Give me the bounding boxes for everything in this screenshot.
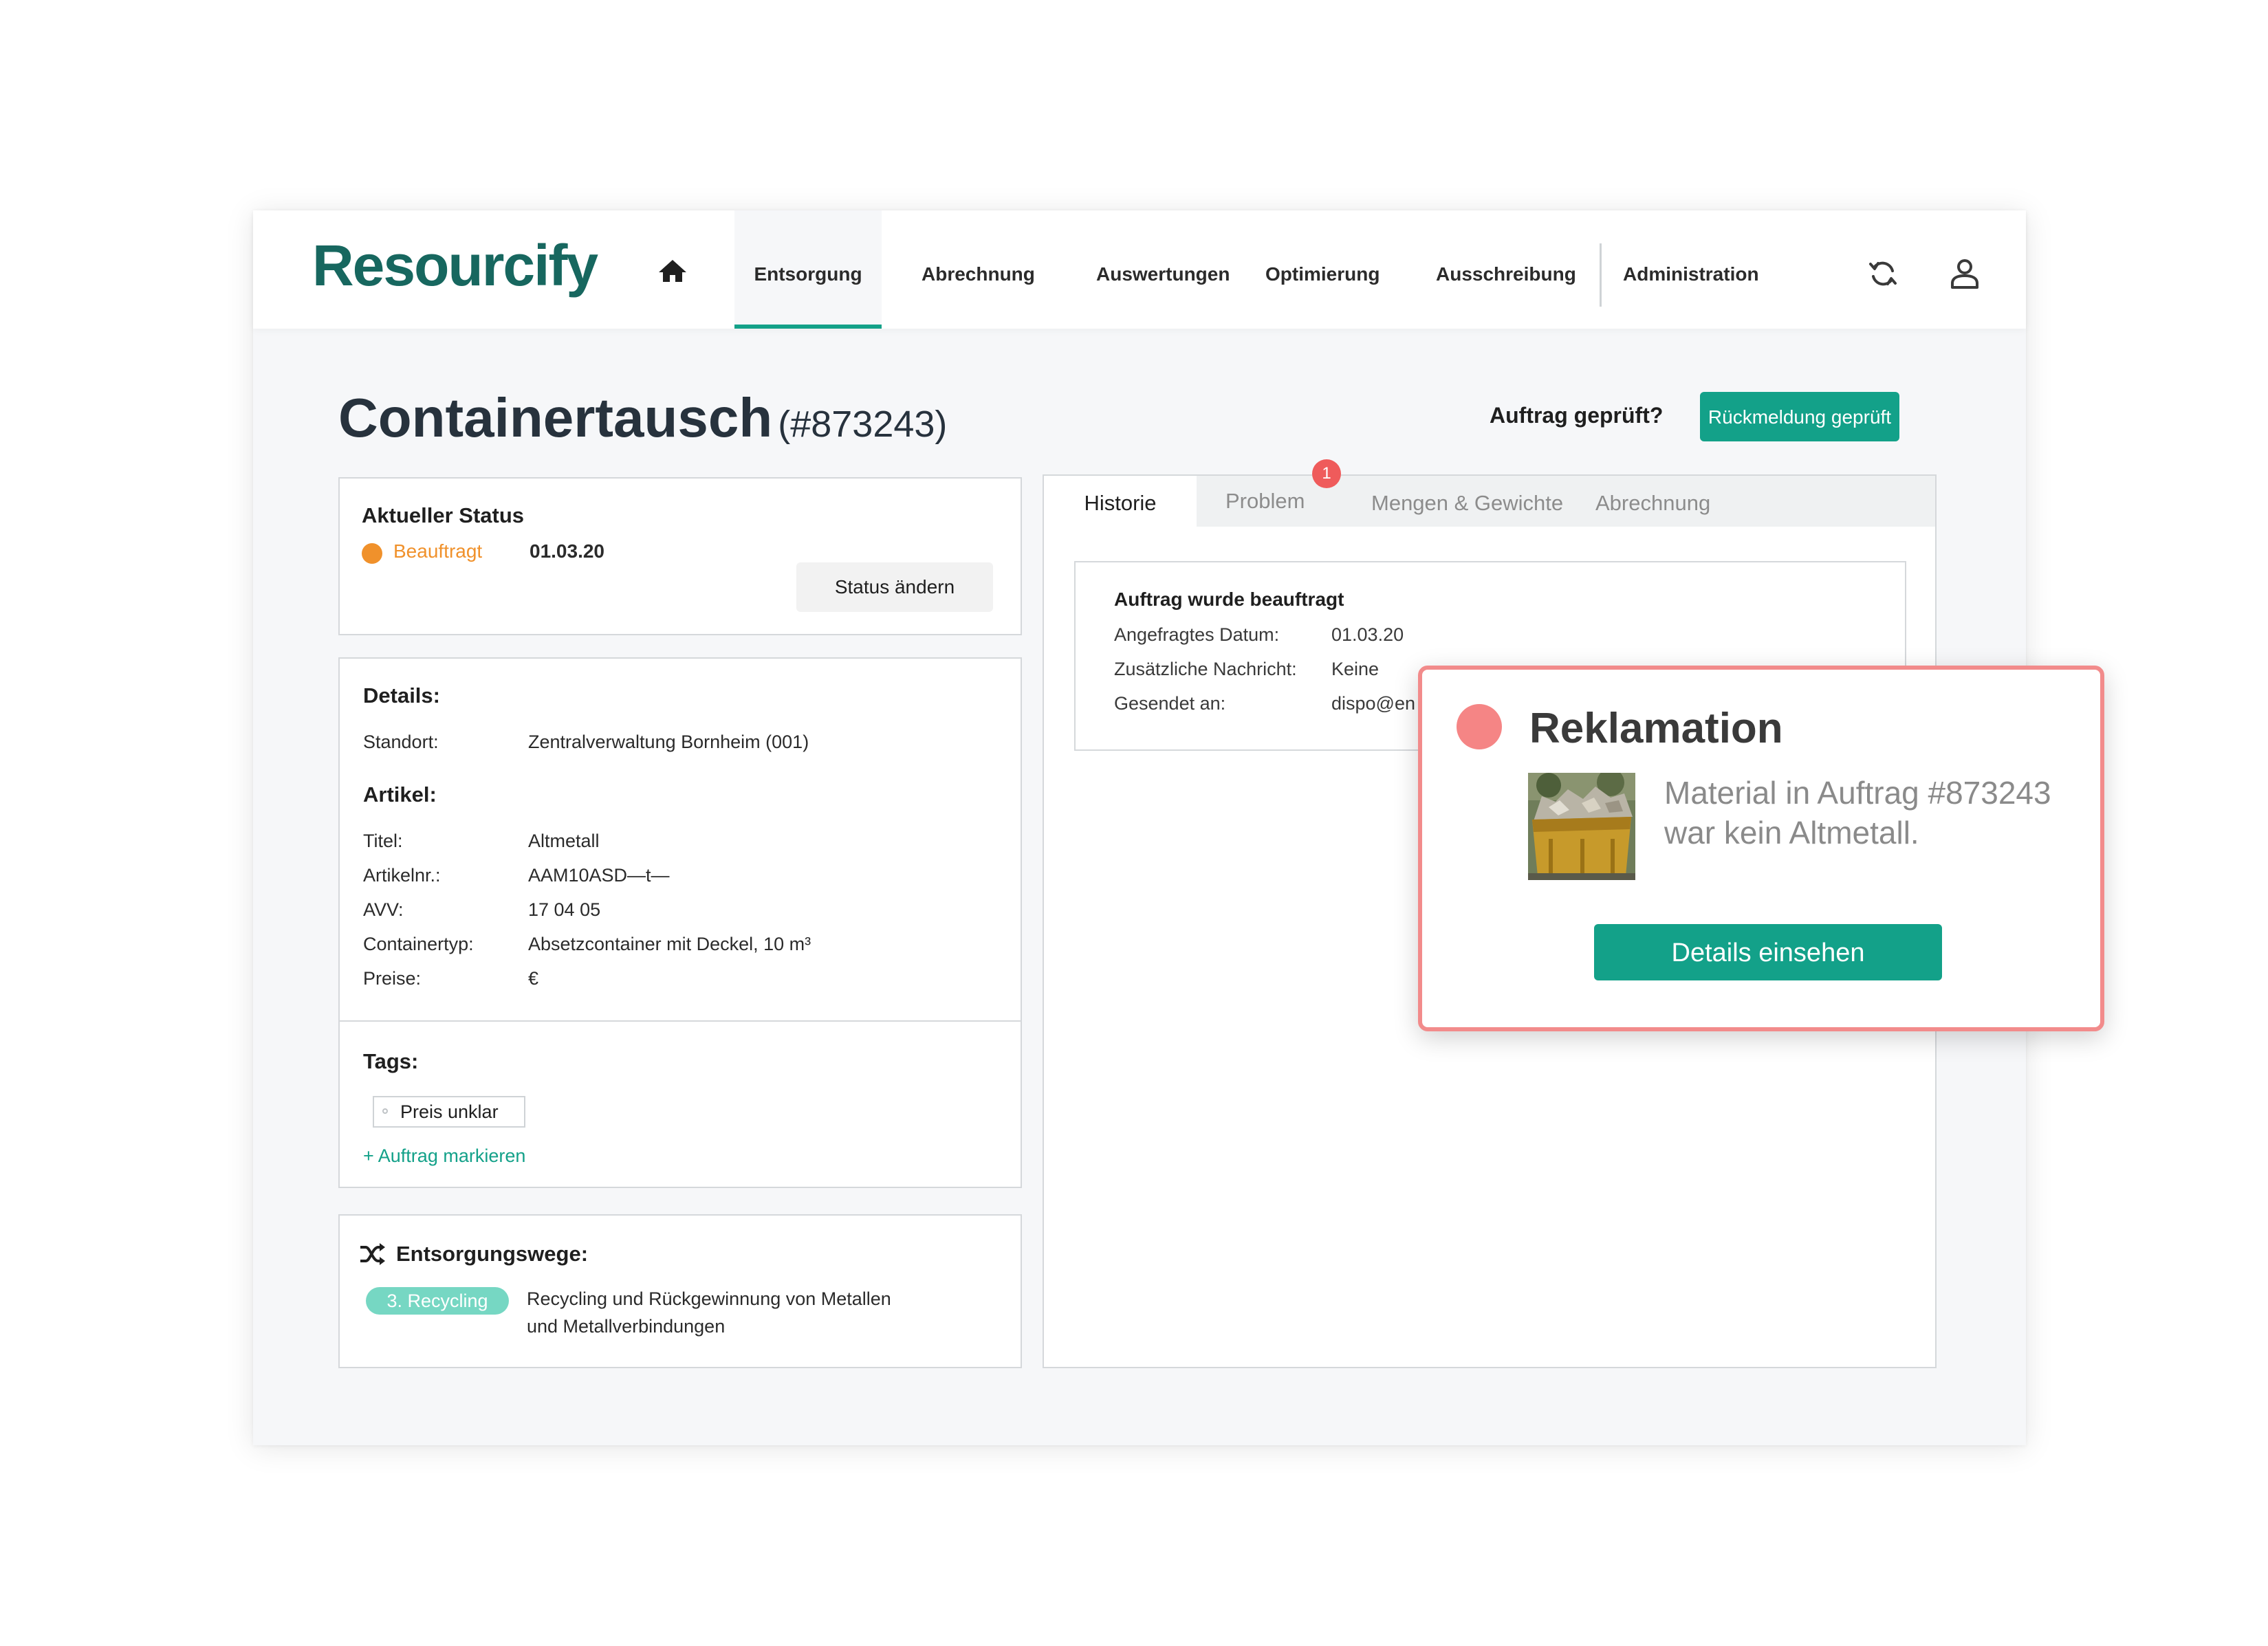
- view-details-button[interactable]: Details einsehen: [1594, 924, 1942, 980]
- history-message-value: Keine: [1331, 659, 1380, 679]
- container-type-label: Containertyp:: [363, 934, 474, 954]
- tags-heading: Tags:: [363, 1049, 419, 1073]
- tag-chip[interactable]: Preis unklar: [373, 1096, 525, 1128]
- nav-divider: [1600, 243, 1602, 307]
- details-card: Details: Standort: Zentralverwaltung Bor…: [338, 657, 1022, 1188]
- nav-entsorgung[interactable]: Entsorgung: [734, 210, 882, 329]
- prices-value: €: [528, 968, 539, 989]
- tag-icon: [382, 1108, 388, 1114]
- sync-icon[interactable]: [1866, 257, 1899, 290]
- history-date-label: Angefragtes Datum:: [1114, 624, 1280, 645]
- disposal-desc-line1: Recycling und Rückgewinnung von Metallen: [527, 1288, 891, 1309]
- history-message-label: Zusätzliche Nachricht:: [1114, 659, 1297, 679]
- details-heading: Details:: [363, 683, 440, 707]
- history-sent-label: Gesendet an:: [1114, 693, 1226, 714]
- avv-value: 17 04 05: [528, 899, 601, 920]
- page-title-text: Containertausch: [338, 387, 773, 448]
- tab-bar: Historie Problem Mengen & Gewichte Abrec…: [1044, 476, 1935, 527]
- home-icon[interactable]: [657, 259, 688, 283]
- order-number: (#873243): [778, 404, 948, 445]
- status-value: Beauftragt: [393, 540, 483, 562]
- alert-dot-icon: [1457, 704, 1502, 749]
- disposal-desc-line2: und Metallverbindungen: [527, 1316, 726, 1337]
- popup-title: Reklamation: [1529, 705, 1783, 752]
- tab-problem[interactable]: Problem: [1225, 476, 1305, 527]
- article-title-value: Altmetall: [528, 831, 600, 851]
- history-date-value: 01.03.20: [1331, 624, 1404, 645]
- page-title: Containertausch (#873243): [338, 386, 947, 450]
- recycling-pill: 3. Recycling: [366, 1287, 509, 1315]
- nav-ausschreibung[interactable]: Ausschreibung: [1436, 210, 1576, 329]
- tab-historie[interactable]: Historie: [1044, 476, 1197, 527]
- change-status-button[interactable]: Status ändern: [796, 562, 993, 612]
- history-heading: Auftrag wurde beauftragt: [1114, 589, 1344, 610]
- feedback-checked-button[interactable]: Rückmeldung geprüft: [1700, 392, 1899, 441]
- disposal-heading: Entsorgungswege:: [396, 1242, 589, 1266]
- article-title-label: Titel:: [363, 831, 403, 851]
- article-heading: Artikel:: [363, 782, 437, 806]
- article-number-value: AAM10ASD—t—: [528, 865, 670, 886]
- tag-label: Preis unklar: [400, 1101, 499, 1122]
- nav-abrechnung[interactable]: Abrechnung: [922, 210, 1035, 329]
- nav-auswertungen[interactable]: Auswertungen: [1096, 210, 1230, 329]
- tab-mengen-gewichte[interactable]: Mengen & Gewichte: [1371, 476, 1563, 527]
- user-icon[interactable]: [1949, 257, 1981, 290]
- status-heading: Aktueller Status: [362, 503, 525, 527]
- top-navigation: Resourcify Entsorgung Abrechnung Auswert…: [253, 210, 2026, 329]
- mark-order-link[interactable]: + Auftrag markieren: [363, 1145, 525, 1167]
- status-card: Aktueller Status Beauftragt 01.03.20 Sta…: [338, 477, 1022, 635]
- history-sent-value: dispo@en: [1331, 693, 1415, 714]
- location-label: Standort:: [363, 732, 439, 752]
- avv-label: AVV:: [363, 899, 404, 920]
- container-type-value: Absetzcontainer mit Deckel, 10 m³: [528, 934, 811, 954]
- problem-count-badge: 1: [1312, 459, 1341, 488]
- status-date: 01.03.20: [530, 540, 604, 562]
- shuffle-icon: [360, 1243, 385, 1265]
- order-checked-question: Auftrag geprüft?: [1490, 403, 1664, 428]
- section-divider: [340, 1020, 1021, 1022]
- disposal-ways-card: Entsorgungswege: 3. Recycling Recycling …: [338, 1214, 1022, 1368]
- tab-abrechnung[interactable]: Abrechnung: [1595, 476, 1710, 527]
- article-number-label: Artikelnr.:: [363, 865, 441, 886]
- complaint-popup: Reklamation Material in Auftrag #873243 …: [1418, 666, 2104, 1031]
- container-photo: [1528, 773, 1635, 880]
- nav-optimierung[interactable]: Optimierung: [1265, 210, 1380, 329]
- prices-label: Preise:: [363, 968, 422, 989]
- location-value: Zentralverwaltung Bornheim (001): [528, 732, 809, 752]
- logo: Resourcify: [312, 233, 598, 298]
- nav-administration[interactable]: Administration: [1623, 210, 1759, 329]
- popup-message: Material in Auftrag #873243 war kein Alt…: [1664, 775, 2051, 851]
- status-dot-icon: [362, 543, 382, 564]
